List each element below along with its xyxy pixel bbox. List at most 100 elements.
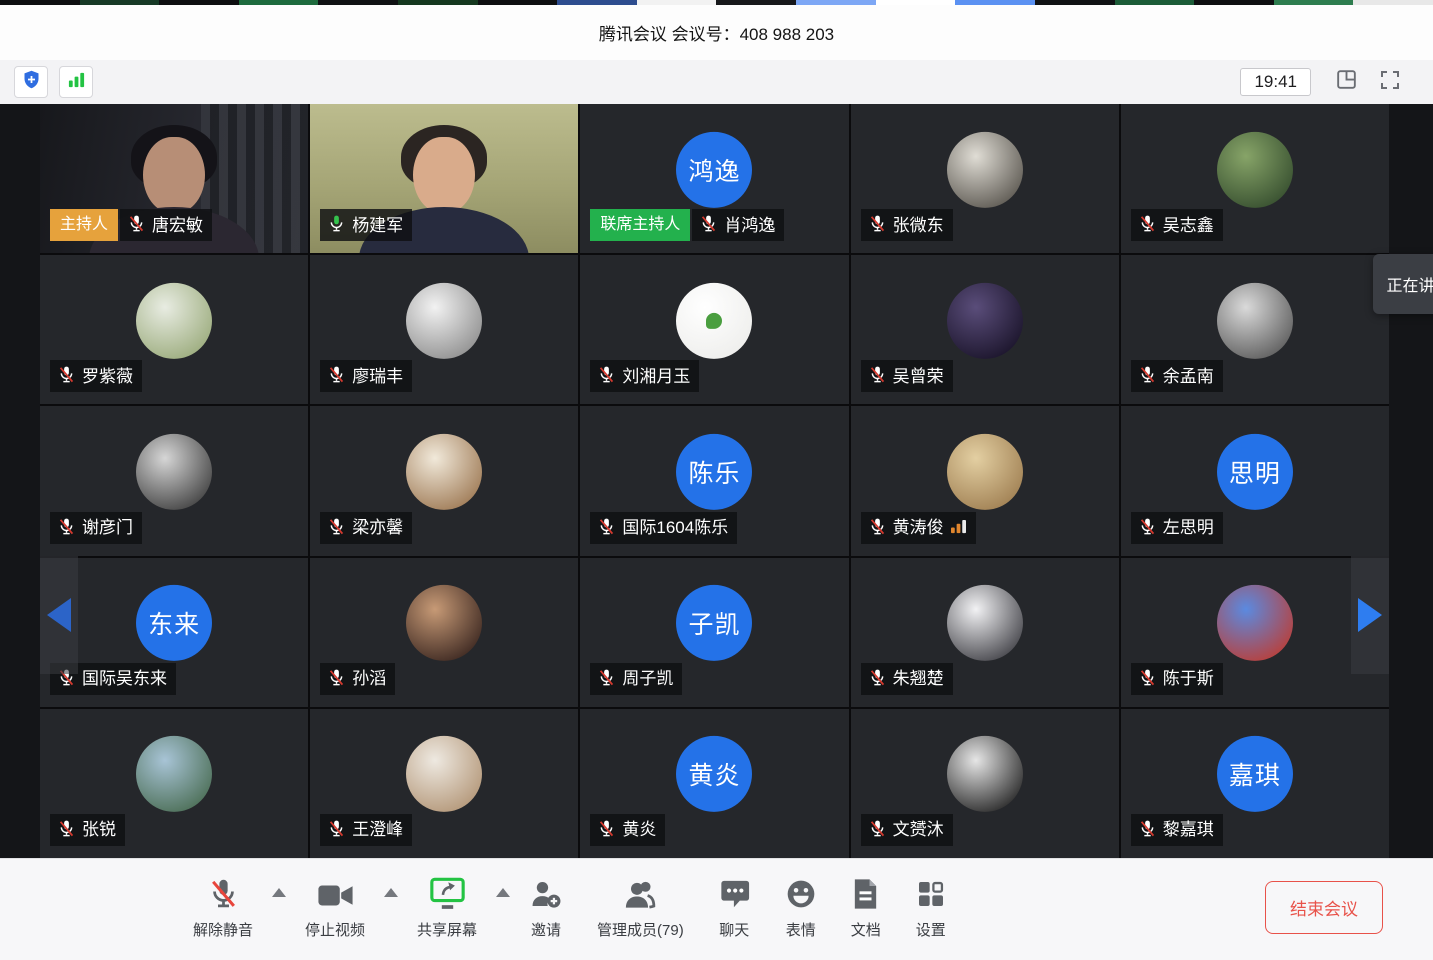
share-screen-button[interactable]: 共享屏幕 xyxy=(417,876,477,940)
invite-button[interactable]: 邀请 xyxy=(529,876,563,940)
upper-toolbar: 19:41 xyxy=(0,60,1433,104)
avatar xyxy=(676,283,752,359)
participant-tile[interactable]: 罗紫薇 xyxy=(40,255,308,404)
name-label: 朱翘楚 xyxy=(861,663,953,695)
name-label: 唐宏敏 xyxy=(120,209,212,241)
participant-tile[interactable]: 张锐 xyxy=(40,709,308,858)
participant-tile[interactable]: 王澄峰 xyxy=(310,709,578,858)
participant-tile[interactable]: 鸿逸 联席主持人 肖鸿逸 xyxy=(580,104,848,253)
emoji-smile-icon xyxy=(785,876,817,910)
avatar xyxy=(947,736,1023,812)
name-label: 文赟沐 xyxy=(861,814,953,846)
avatar xyxy=(406,434,482,510)
fullscreen-button[interactable] xyxy=(1375,67,1405,97)
participant-tile[interactable]: 黄涛俊 xyxy=(851,406,1119,555)
mic-muted-icon xyxy=(1138,214,1157,236)
name-label: 肖鸿逸 xyxy=(692,209,784,241)
participant-name: 文赟沐 xyxy=(893,821,944,838)
participant-tile[interactable]: 吴志鑫 xyxy=(1121,104,1389,253)
participant-label: 梁亦馨 xyxy=(320,512,412,544)
participant-tile[interactable]: 余孟南 xyxy=(1121,255,1389,404)
participant-label: 杨建军 xyxy=(320,209,412,241)
participant-name: 张锐 xyxy=(82,821,116,838)
participant-tile[interactable]: 陈乐 国际1604陈乐 xyxy=(580,406,848,555)
participant-name: 王澄峰 xyxy=(352,821,403,838)
name-label: 吴曾荣 xyxy=(861,360,953,392)
unmute-button[interactable]: 解除静音 xyxy=(193,876,253,940)
participant-tile[interactable]: 张微东 xyxy=(851,104,1119,253)
name-label: 罗紫薇 xyxy=(50,360,142,392)
participant-tile[interactable]: 思明 左思明 xyxy=(1121,406,1389,555)
chat-button[interactable]: 聊天 xyxy=(718,876,751,940)
participant-tile[interactable]: 吴曾荣 xyxy=(851,255,1119,404)
fullscreen-icon xyxy=(1378,68,1402,97)
participant-tile[interactable]: 文赟沐 xyxy=(851,709,1119,858)
participant-tile[interactable]: 谢彦门 xyxy=(40,406,308,555)
avatar xyxy=(136,736,212,812)
role-badge: 主持人 xyxy=(50,209,118,241)
share-screen-icon xyxy=(429,876,466,910)
participant-tile[interactable]: 刘湘月玉 xyxy=(580,255,848,404)
mic-muted-icon xyxy=(1138,365,1157,387)
avatar xyxy=(1217,585,1293,661)
participant-tile[interactable]: 主持人 唐宏敏 xyxy=(40,104,308,253)
participant-name: 黄炎 xyxy=(622,821,656,838)
participant-name: 陈于斯 xyxy=(1163,670,1214,687)
name-label: 国际1604陈乐 xyxy=(590,512,737,544)
video-options-arrow[interactable] xyxy=(384,888,398,897)
participant-tile[interactable]: 东来 国际吴东来 xyxy=(40,558,308,707)
name-label: 余孟南 xyxy=(1131,360,1223,392)
name-label: 谢彦门 xyxy=(50,512,142,544)
participant-tile[interactable]: 孙滔 xyxy=(310,558,578,707)
participant-tile[interactable]: 嘉琪 黎嘉琪 xyxy=(1121,709,1389,858)
participant-tile[interactable]: 梁亦馨 xyxy=(310,406,578,555)
participant-name: 杨建军 xyxy=(352,217,403,234)
participant-tile[interactable]: 陈于斯 xyxy=(1121,558,1389,707)
next-page-arrow-icon xyxy=(1358,598,1382,632)
participant-tile[interactable]: 朱翘楚 xyxy=(851,558,1119,707)
participant-label: 黄涛俊 xyxy=(861,512,976,544)
participant-label: 周子凯 xyxy=(590,663,682,695)
end-meeting-button[interactable]: 结束会议 xyxy=(1265,881,1383,934)
network-quality-button[interactable] xyxy=(59,66,93,98)
avatar: 思明 xyxy=(1217,434,1293,510)
participant-tile[interactable]: 黄炎 黄炎 xyxy=(580,709,848,858)
speaking-tooltip-text: 正在讲话: xyxy=(1387,278,1433,295)
participant-name: 国际1604陈乐 xyxy=(622,519,728,536)
participant-tile[interactable]: 廖瑞丰 xyxy=(310,255,578,404)
participant-label: 黄炎 xyxy=(590,814,665,846)
name-label: 梁亦馨 xyxy=(320,512,412,544)
titlebar: 腾讯会议 会议号：408 988 203 xyxy=(0,5,1433,60)
participant-label: 张微东 xyxy=(861,209,953,241)
mic-muted-icon xyxy=(207,876,240,910)
next-page-button[interactable] xyxy=(1351,556,1389,674)
participant-label: 刘湘月玉 xyxy=(590,360,699,392)
participant-name: 吴志鑫 xyxy=(1163,217,1214,234)
participant-label: 黎嘉琪 xyxy=(1131,814,1223,846)
participant-name: 左思明 xyxy=(1163,519,1214,536)
mic-on-icon xyxy=(327,214,346,236)
manage-members-button[interactable]: 管理成员(79) xyxy=(597,876,684,940)
prev-page-button[interactable] xyxy=(40,556,78,674)
participant-name: 周子凯 xyxy=(622,670,673,687)
invite-person-icon xyxy=(529,876,563,910)
emoji-button[interactable]: 表情 xyxy=(785,876,817,940)
docs-button[interactable]: 文档 xyxy=(851,876,881,940)
stop-video-button[interactable]: 停止视频 xyxy=(305,876,365,940)
share-options-arrow[interactable] xyxy=(496,888,510,897)
mic-muted-icon xyxy=(327,819,346,841)
docs-label: 文档 xyxy=(851,919,881,940)
mic-options-arrow[interactable] xyxy=(272,888,286,897)
participant-label: 廖瑞丰 xyxy=(320,360,412,392)
meeting-timer: 19:41 xyxy=(1240,68,1311,96)
role-badge: 联席主持人 xyxy=(590,209,690,241)
participant-tile[interactable]: 杨建军 xyxy=(310,104,578,253)
participant-label: 余孟南 xyxy=(1131,360,1223,392)
participant-tile[interactable]: 子凯 周子凯 xyxy=(580,558,848,707)
security-button[interactable] xyxy=(14,66,48,98)
layout-switch-button[interactable] xyxy=(1331,67,1361,97)
name-label: 王澄峰 xyxy=(320,814,412,846)
participant-name: 谢彦门 xyxy=(82,519,133,536)
name-label: 刘湘月玉 xyxy=(590,360,699,392)
settings-button[interactable]: 设置 xyxy=(915,876,947,940)
